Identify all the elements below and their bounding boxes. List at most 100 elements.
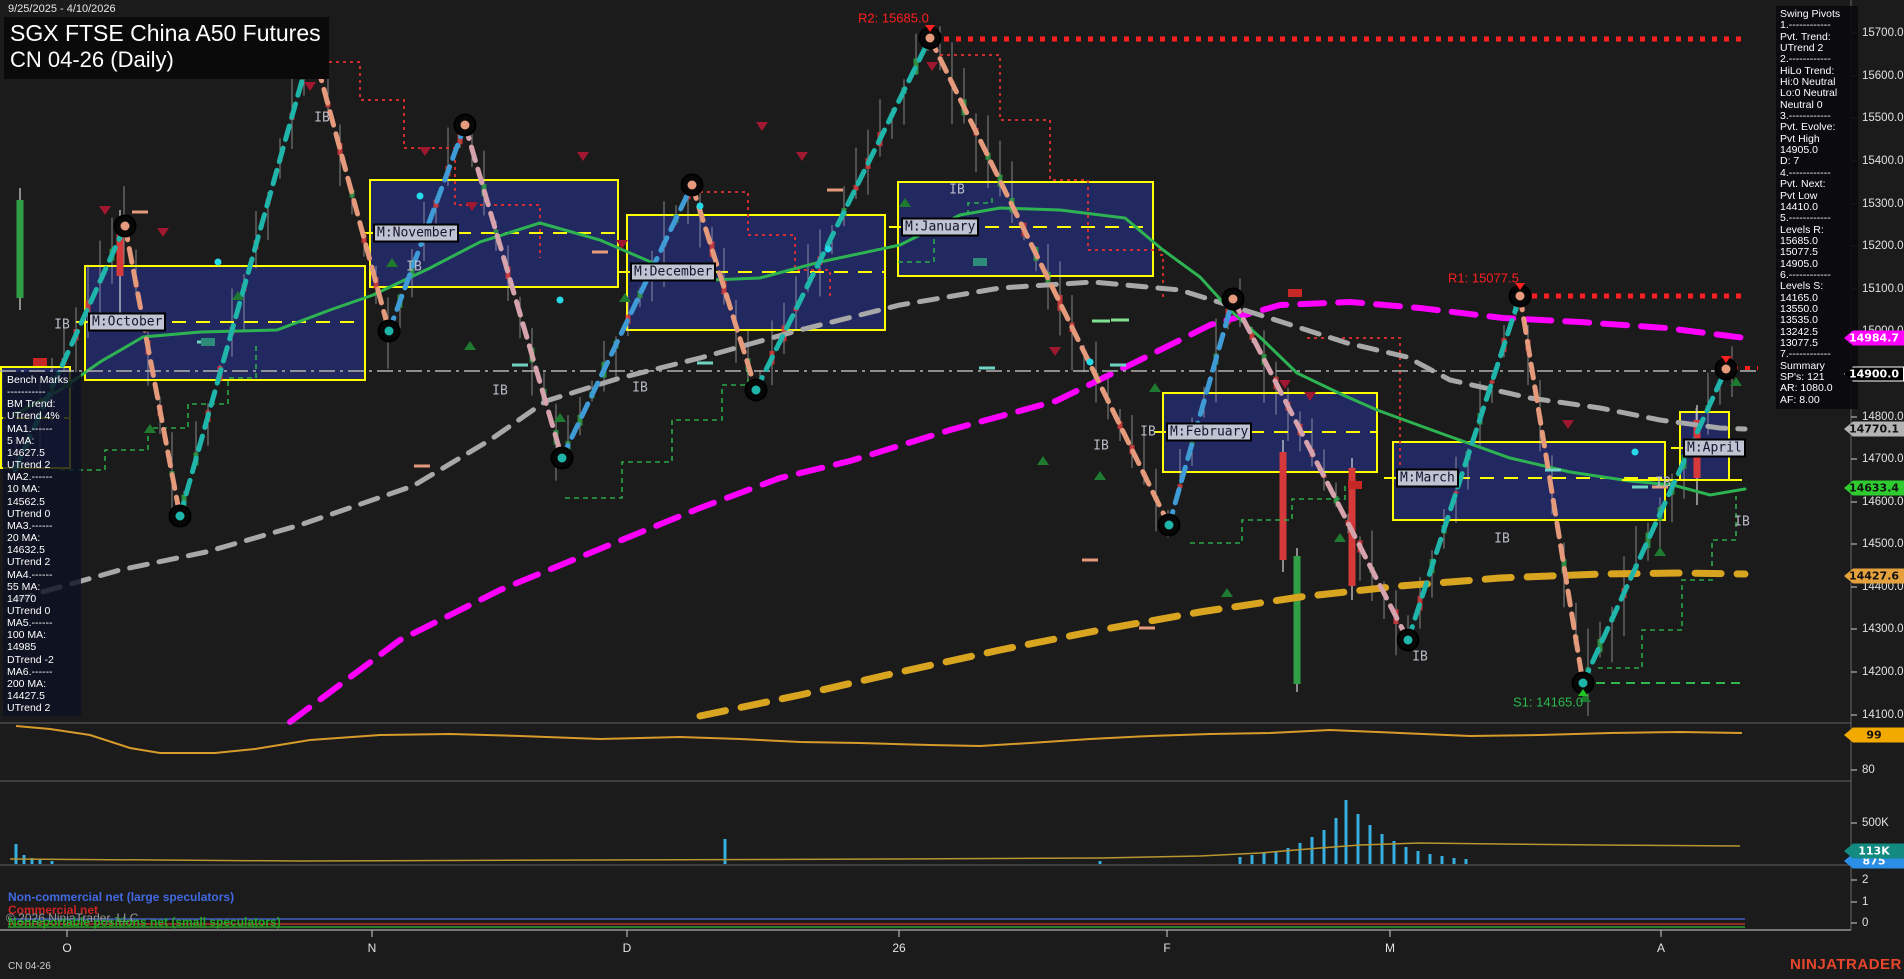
bench-panel-line: UTrend 0: [7, 507, 51, 520]
price-marker-tag: 14900.0: [1844, 366, 1904, 382]
month-box-label: M:October: [88, 312, 167, 332]
bench-panel-line: DTrend -2: [7, 653, 54, 666]
level-label: S1: 14165.0: [1513, 694, 1584, 710]
price-marker-tag: 113K: [1844, 843, 1904, 859]
month-box-label: M:April: [1683, 438, 1746, 458]
bench-panel-line: 55 MA:: [7, 580, 41, 593]
legend-nonreportable: Nonreportable positions net (small specu…: [8, 915, 281, 929]
level-label: R2: 15685.0: [858, 10, 929, 26]
bench-panel-line: MA5.------: [7, 617, 53, 630]
bench-panel-line: 200 MA:: [7, 677, 47, 690]
bench-panel-line: 20 MA:: [7, 532, 41, 545]
bench-panel-line: -----------: [7, 386, 46, 399]
ninjatrader-logo: NINJATRADER: [1790, 956, 1902, 973]
y-axis-label: 14200.0: [1862, 666, 1904, 678]
bench-panel-line: 14632.5: [7, 544, 45, 557]
contract-label: CN 04-26: [8, 961, 51, 972]
month-box-label: M:December: [630, 262, 717, 282]
oscillator-panel: [15, 725, 1743, 754]
initial-balance-label: IB: [314, 110, 330, 126]
bench-panel-line: 5 MA:: [7, 434, 35, 447]
swing-panel-line: 7.------------: [1780, 348, 1831, 361]
x-axis-label: N: [367, 941, 377, 955]
bench-panel-line: 14562.5: [7, 495, 45, 508]
y-axis-label: 14300.0: [1862, 623, 1904, 635]
bench-panel-line: UTrend 0: [7, 604, 51, 617]
bench-panel-line: 14985: [7, 641, 37, 654]
initial-balance-label: IB: [492, 383, 508, 399]
initial-balance-label: IB: [1734, 514, 1750, 530]
chart-markers: [33, 62, 1742, 702]
bench-panel-line: 14427.5: [7, 690, 45, 703]
month-boxes: [0, 179, 1730, 521]
initial-balance-label: IB: [1093, 438, 1109, 454]
y-axis-label: 14600.0: [1862, 496, 1904, 508]
bench-panel-line: UTrend 2: [7, 556, 51, 569]
y-axis-label: 2: [1862, 874, 1869, 886]
swing-panel-line: 15077.5: [1780, 246, 1818, 259]
price-marker-tag: 14633.4: [1844, 480, 1904, 496]
y-axis-label: 80: [1862, 764, 1875, 776]
swing-panel-line: 13535.0: [1780, 314, 1818, 327]
initial-balance-label: IB: [632, 380, 648, 396]
y-axis-label: 1: [1862, 896, 1869, 908]
month-box-label: M:March: [1396, 468, 1459, 488]
bench-panel-line: BM Trend:: [7, 398, 56, 411]
bench-panel-line: UTrend 2: [7, 459, 51, 472]
price-marker-tag: 14427.6: [1844, 568, 1904, 584]
bench-panel-line: 100 MA:: [7, 629, 47, 642]
y-axis-label: 500K: [1862, 817, 1889, 829]
title-line-2: CN 04-26 (Daily): [10, 47, 174, 72]
y-axis-label: 15300.0: [1862, 198, 1904, 210]
initial-balance-label: IB: [1412, 649, 1428, 665]
chart-canvas[interactable]: [0, 0, 1904, 979]
bench-panel-line: 10 MA:: [7, 483, 41, 496]
swing-panel-line: 1.------------: [1780, 19, 1831, 32]
bench-panel-line: MA4.------: [7, 568, 53, 581]
x-axis-label: D: [622, 941, 632, 955]
level-label: R1: 15077.5: [1448, 270, 1519, 286]
y-axis-label: 14100.0: [1862, 709, 1904, 721]
y-axis-label: 15600.0: [1862, 70, 1904, 82]
x-axis-label: O: [62, 941, 72, 955]
y-axis-label: 15100.0: [1862, 283, 1904, 295]
initial-balance-label: IB: [1494, 531, 1510, 547]
swing-panel-line: AR: 1080.0: [1780, 382, 1833, 395]
y-axis-label: 14500.0: [1862, 538, 1904, 550]
initial-balance-label: IB: [949, 182, 965, 198]
swing-panel-line: 5.------------: [1780, 212, 1831, 225]
month-box-label: M:January: [901, 217, 980, 237]
legend-noncommercial: Non-commercial net (large speculators): [8, 890, 235, 904]
bench-panel-line: 14770: [7, 592, 37, 605]
initial-balance-label: IB: [1140, 424, 1156, 440]
bench-marks-panel: Bench Marks ----------- BM Trend: UTrend 4%…: [3, 372, 81, 717]
bench-panel-line: UTrend 4%: [7, 410, 60, 423]
x-axis-label: M: [1385, 941, 1395, 955]
y-axis-label: 15500.0: [1862, 112, 1904, 124]
price-marker-tag: 14984.7: [1844, 330, 1904, 346]
initial-balance-label: IB: [406, 259, 422, 275]
price-marker-tag: 99: [1844, 727, 1904, 743]
month-box-label: M:November: [373, 223, 460, 243]
title-line-1: SGX FTSE China A50 Futures: [10, 20, 321, 46]
swing-panel-line: Levels S:: [1780, 280, 1824, 293]
x-axis-label: A: [1656, 941, 1666, 955]
y-axis-label: 0: [1862, 917, 1869, 929]
volume-panel: [9, 800, 1741, 864]
date-range: 9/25/2025 - 4/10/2026: [8, 3, 116, 15]
bench-panel-line: MA3.------: [7, 519, 53, 532]
bench-panel-line: Bench Marks: [7, 374, 69, 386]
swing-panel-line: AF: 8.00: [1780, 393, 1820, 406]
swing-pivots-panel: Swing Pivots 1.------------ Pvt. Trend: UTr…: [1776, 6, 1858, 410]
bench-panel-line: MA1.------: [7, 422, 53, 435]
y-axis-label: 14700.0: [1862, 453, 1904, 465]
x-axis-label: F: [1163, 941, 1171, 955]
y-axis-label: 15400.0: [1862, 155, 1904, 167]
x-axis-label: 26: [892, 941, 906, 955]
bench-panel-line: UTrend 2: [7, 702, 51, 715]
month-box-label: M:February: [1166, 422, 1253, 442]
initial-balance-label: IB: [54, 317, 70, 333]
bench-panel-line: 14627.5: [7, 446, 45, 459]
ninjatrader-chart-window: 9/25/2025 - 4/10/2026 SGX FTSE China A50…: [0, 0, 1904, 979]
instrument-title: SGX FTSE China A50 Futures CN 04-26 (Dai…: [4, 17, 329, 79]
